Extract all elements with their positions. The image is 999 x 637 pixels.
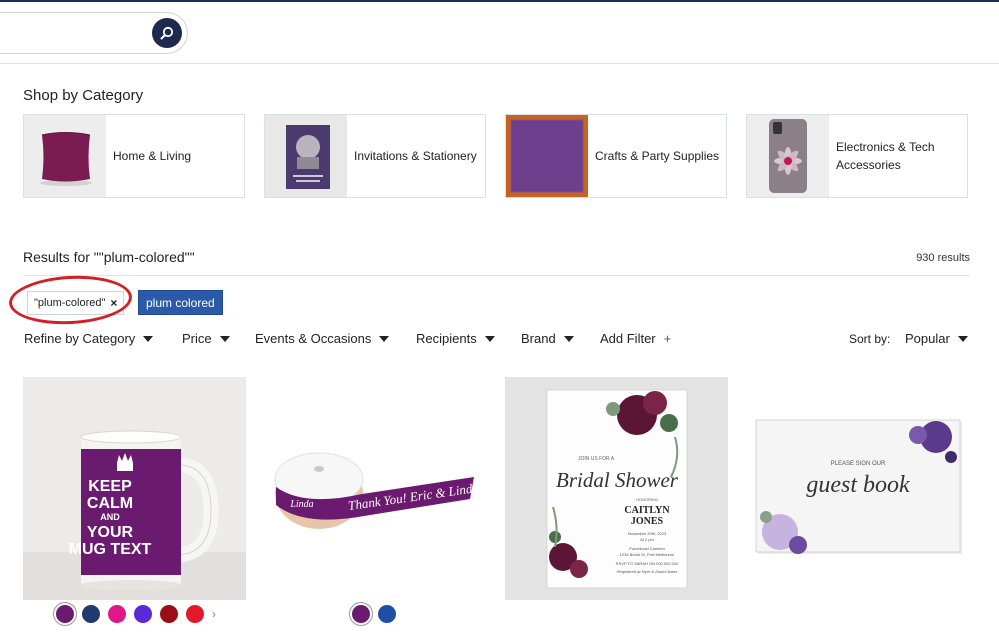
close-icon[interactable]: × <box>110 296 117 310</box>
filter-brand[interactable]: Brand <box>521 331 574 346</box>
category-label: Home & Living <box>113 149 192 163</box>
filter-label: Add Filter <box>600 331 656 346</box>
search-icon <box>160 26 174 40</box>
product-image-ribbon[interactable]: Thank You! Eric & Linda Linda <box>264 377 487 600</box>
color-swatch[interactable] <box>108 605 126 623</box>
category-label: Invitations & Stationery <box>354 149 477 163</box>
caret-down-icon <box>484 335 495 342</box>
add-filter-button[interactable]: Add Filter + <box>600 331 671 346</box>
sort-dropdown[interactable]: Popular <box>905 331 968 346</box>
color-swatch[interactable] <box>56 605 74 623</box>
mug-line-3: AND <box>100 512 120 522</box>
color-swatches: › <box>56 605 216 623</box>
invite-time: At 2 pm <box>640 537 654 542</box>
suggestion-chip[interactable]: plum colored <box>138 290 223 315</box>
search-input[interactable] <box>7 23 147 43</box>
search-button[interactable] <box>152 18 182 48</box>
invite-address: 1234 Bridal St, Port Melbourne <box>620 552 675 557</box>
color-swatch[interactable] <box>186 605 204 623</box>
invitation-card-image <box>265 115 347 197</box>
mug-line-4: YOUR <box>87 524 134 541</box>
chevron-right-icon[interactable]: › <box>212 607 216 621</box>
filter-events-occasions[interactable]: Events & Occasions <box>255 331 390 346</box>
caret-down-icon <box>563 335 574 342</box>
caret-down-icon <box>143 335 154 342</box>
header-divider <box>0 63 999 64</box>
invite-date: November 20th, 2023 <box>628 531 667 536</box>
top-border <box>0 0 999 2</box>
product-image-guestbook[interactable]: PLEASE SIGN OUR guest book <box>746 377 969 600</box>
color-swatch[interactable] <box>160 605 178 623</box>
results-title: Results for ""plum-colored"" <box>23 249 195 265</box>
color-swatch[interactable] <box>352 605 370 623</box>
caret-down-icon <box>379 335 390 342</box>
invite-script: Bridal Shower <box>556 468 679 492</box>
category-label: Crafts & Party Supplies <box>595 149 720 163</box>
sort-label: Sort by: <box>849 332 891 346</box>
filter-label: Brand <box>521 331 556 346</box>
color-swatches <box>352 605 396 623</box>
chip-label: "plum-colored" <box>34 297 106 309</box>
filter-label: Events & Occasions <box>255 331 372 346</box>
category-label: Electronics & Tech Accessories <box>836 140 935 172</box>
category-home-living[interactable]: Home & Living <box>23 114 245 198</box>
product-image-mug[interactable]: KEEP CALM AND YOUR MUG TEXT <box>23 377 246 600</box>
guestbook-script: guest book <box>806 472 910 498</box>
category-electronics-tech[interactable]: Electronics & Tech Accessories <box>746 114 968 198</box>
shop-by-category-title: Shop by Category <box>23 87 144 104</box>
caret-down-icon <box>219 335 230 342</box>
results-count: 930 results <box>916 252 970 264</box>
sort-value: Popular <box>905 331 950 346</box>
phone-case-image <box>747 115 829 197</box>
active-search-chip[interactable]: "plum-colored" × <box>27 291 125 315</box>
plus-icon: + <box>663 331 672 346</box>
invite-registry: Registered at Myer & David Jones <box>617 569 678 574</box>
invite-name-1: CAITLYN <box>624 505 670 516</box>
guestbook-small: PLEASE SIGN OUR <box>831 461 886 467</box>
filter-label: Refine by Category <box>24 331 136 346</box>
filter-label: Recipients <box>416 331 477 346</box>
ribbon-text-short: Linda <box>289 499 313 510</box>
invite-venue: Punchbowl Canteen <box>629 546 665 551</box>
results-divider <box>23 275 970 276</box>
filter-label: Price <box>182 331 212 346</box>
color-swatch[interactable] <box>378 605 396 623</box>
tissue-paper-image <box>506 115 588 197</box>
invite-honoring: HONORING <box>636 497 658 502</box>
search-bar[interactable] <box>0 12 188 54</box>
category-invitations-stationery[interactable]: Invitations & Stationery <box>264 114 486 198</box>
mug-line-1: KEEP <box>88 478 132 495</box>
caret-down-icon <box>957 335 968 342</box>
filter-price[interactable]: Price <box>182 331 230 346</box>
category-crafts-party-supplies[interactable]: Crafts & Party Supplies <box>505 114 727 198</box>
invite-small: JOIN US FOR A <box>578 456 615 462</box>
mug-line-2: CALM <box>87 495 133 512</box>
filter-recipients[interactable]: Recipients <box>416 331 495 346</box>
color-swatch[interactable] <box>134 605 152 623</box>
product-image-invitation[interactable]: JOIN US FOR A Bridal Shower HONORING CAI… <box>505 377 728 600</box>
invite-rsvp: RSVP TO SARAH ON 000 000 000 <box>616 561 679 566</box>
pillow-image <box>24 115 106 197</box>
invite-name-2: JONES <box>631 516 664 527</box>
color-swatch[interactable] <box>82 605 100 623</box>
filter-refine-category[interactable]: Refine by Category <box>24 331 154 346</box>
mug-line-5: MUG TEXT <box>69 541 152 558</box>
